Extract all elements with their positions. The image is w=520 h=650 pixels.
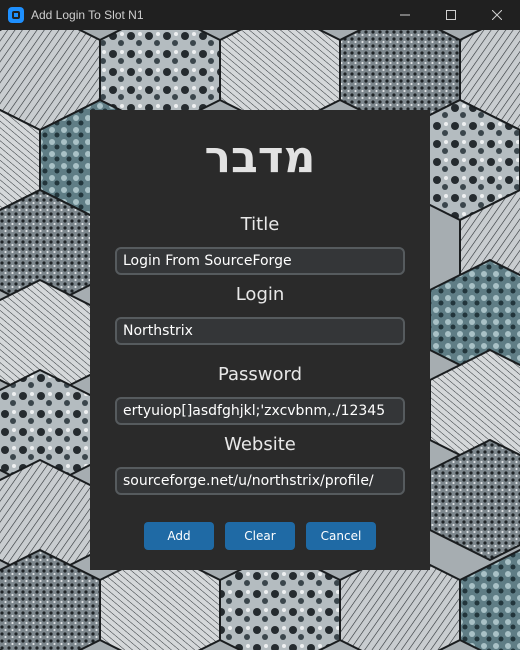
close-button[interactable] (474, 0, 520, 30)
add-button[interactable]: Add (144, 522, 214, 550)
app-window: Add Login To Slot N1 מדבר Title Login Fr… (0, 0, 520, 650)
close-icon (492, 10, 502, 20)
login-field[interactable] (115, 317, 405, 345)
title-field[interactable] (115, 247, 405, 275)
add-login-dialog: מדבר Title Login Password Website Add Cl… (90, 110, 430, 570)
app-icon (8, 7, 24, 23)
password-label: Password (217, 364, 303, 385)
minimize-button[interactable] (382, 0, 428, 30)
title-bar[interactable]: Add Login To Slot N1 (0, 0, 520, 30)
password-field[interactable] (115, 397, 405, 425)
dialog-heading: מדבר (204, 132, 316, 183)
window-controls (382, 0, 520, 30)
clear-button[interactable]: Clear (225, 522, 295, 550)
maximize-icon (446, 10, 456, 20)
cancel-button[interactable]: Cancel (306, 522, 376, 550)
title-label: Title (240, 214, 280, 235)
website-label: Website (224, 434, 296, 455)
website-field[interactable] (115, 467, 405, 495)
window-title: Add Login To Slot N1 (31, 8, 144, 22)
maximize-button[interactable] (428, 0, 474, 30)
login-label: Login (235, 284, 285, 305)
minimize-icon (400, 14, 410, 16)
